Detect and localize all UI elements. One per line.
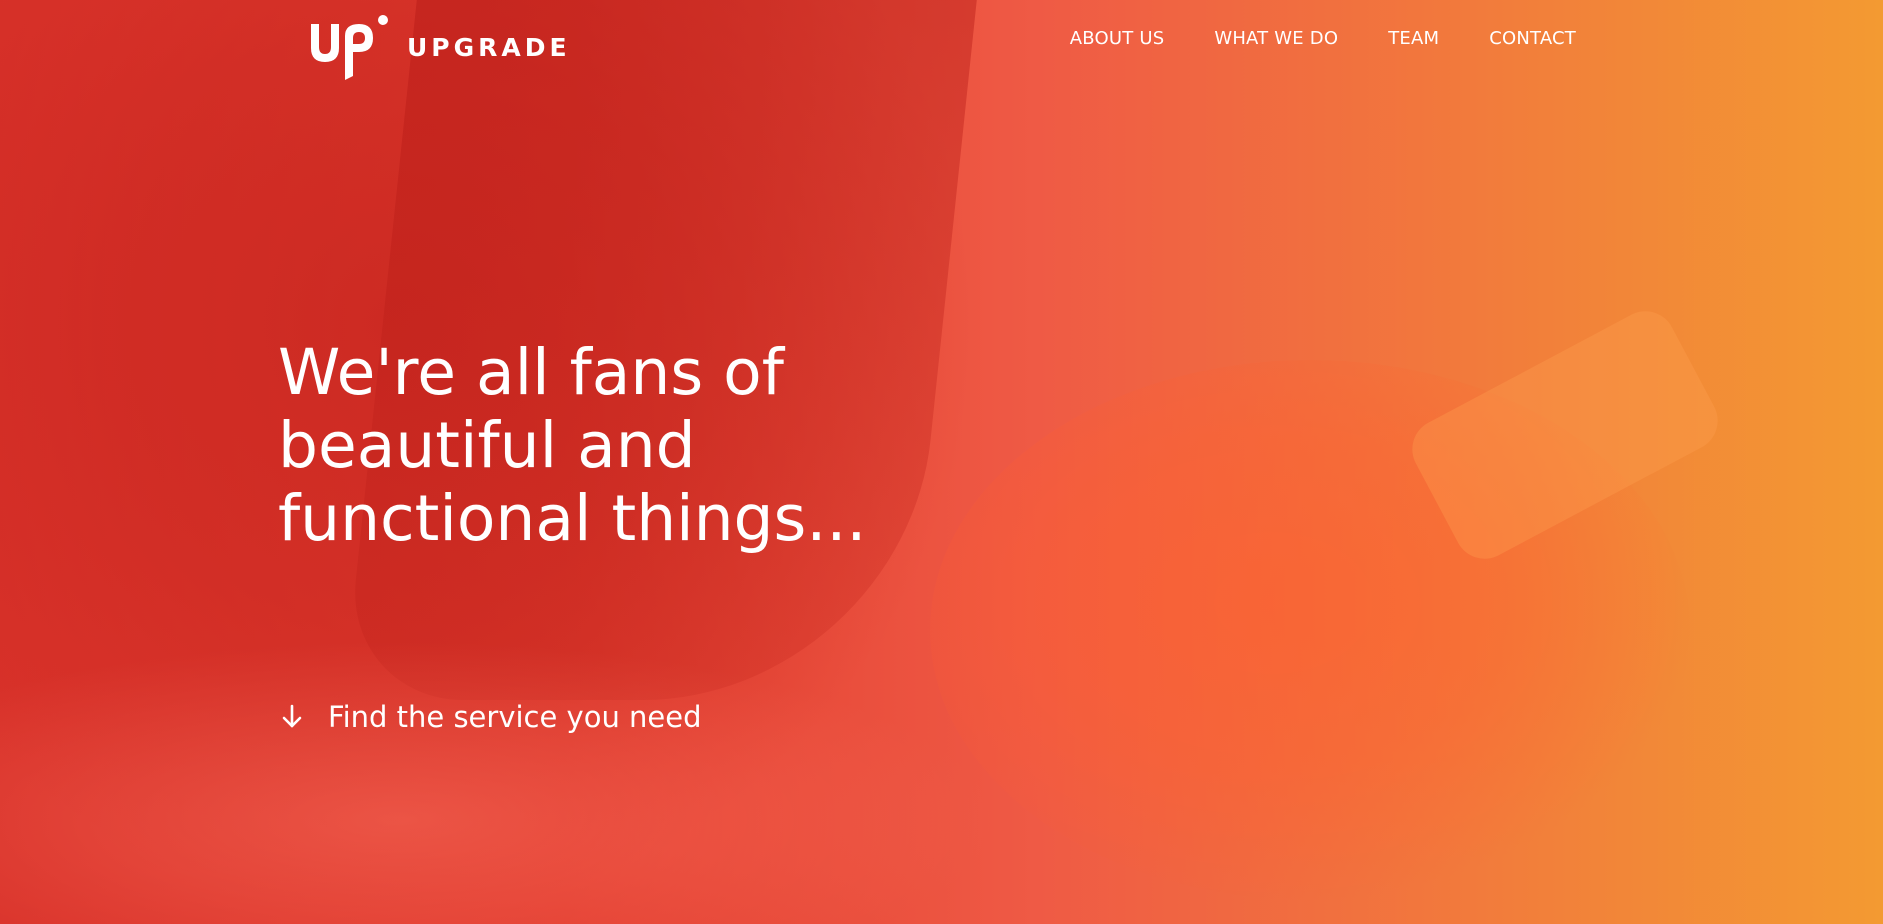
arrow-down-icon [282,704,302,728]
find-service-link[interactable]: Find the service you need [280,700,702,734]
nav-item-contact[interactable]: CONTACT [1489,28,1576,49]
hero-headline: We're all fans of beautiful and function… [278,336,1038,555]
background-photo-phone [1401,300,1729,570]
headline-line: beautiful and [278,409,696,482]
main-nav: ABOUT US WHAT WE DO TEAM CONTACT [1070,28,1576,49]
headline-line: functional things... [278,482,867,555]
headline-line: We're all fans of [278,336,784,409]
site-header: UPGRADE ABOUT US WHAT WE DO TEAM CONTACT [0,0,1883,80]
nav-item-about-us[interactable]: ABOUT US [1070,28,1165,49]
nav-item-team[interactable]: TEAM [1388,28,1439,49]
hero-section: UPGRADE ABOUT US WHAT WE DO TEAM CONTACT… [0,0,1883,924]
nav-item-what-we-do[interactable]: WHAT WE DO [1214,28,1338,49]
upgrade-logo-icon [311,15,388,80]
logo-link[interactable]: UPGRADE [307,14,571,80]
background-photo-table [0,640,1000,924]
logo-wordmark: UPGRADE [407,32,571,62]
background-photo-hands [930,360,1690,900]
find-service-label: Find the service you need [328,700,702,734]
